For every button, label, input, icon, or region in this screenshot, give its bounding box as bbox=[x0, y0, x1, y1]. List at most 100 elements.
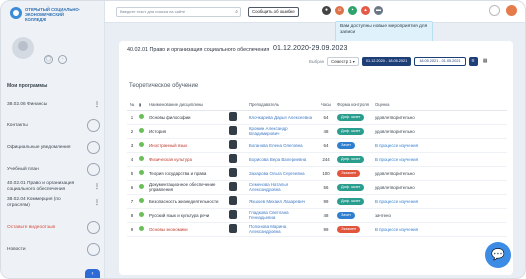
discipline-name[interactable]: История bbox=[147, 124, 227, 139]
discipline-name[interactable]: Физическая культура bbox=[147, 152, 227, 167]
sidebar-item-finance[interactable]: 38.02.06 Финансы ⋮ bbox=[7, 101, 100, 108]
grade-value: зачтено bbox=[373, 208, 507, 223]
profile-icon[interactable] bbox=[506, 5, 517, 16]
user-icon[interactable]: ◯ bbox=[44, 55, 53, 64]
control-form-badge: Диф. зачет bbox=[337, 127, 365, 135]
teacher-photo bbox=[227, 138, 247, 153]
sidebar-item-notifications[interactable]: Официальные уведомления bbox=[7, 141, 100, 154]
more-menu-icon[interactable]: ⋮ bbox=[94, 101, 100, 108]
table-row[interactable]: 2 История Кромин Александр Владимирович 48 Д… bbox=[127, 124, 507, 139]
col-teacher: Преподаватель bbox=[247, 99, 317, 111]
teacher-name[interactable]: Попонова Марина Александровна bbox=[247, 222, 317, 237]
teacher-photo bbox=[227, 194, 247, 209]
col-hours: Часы bbox=[317, 99, 335, 111]
row-number: 1 bbox=[127, 110, 137, 125]
grade-value: удовлетворительно bbox=[373, 166, 507, 181]
teacher-photo bbox=[227, 222, 247, 237]
more-menu-icon[interactable]: ⋮ bbox=[94, 199, 100, 206]
sidebar-item-law[interactable]: 40.02.01 Право и организация социального… bbox=[7, 181, 100, 192]
table-row[interactable]: 5 Теория государства и права Захарова Ольг… bbox=[127, 166, 507, 181]
avatar[interactable] bbox=[12, 37, 34, 59]
discipline-name[interactable]: Основы экономики bbox=[147, 222, 227, 237]
period-active-button[interactable]: 01.12.2020 - 18.05.2021 bbox=[361, 57, 412, 66]
col-form: Форма контроля bbox=[335, 99, 373, 111]
chat-button[interactable]: 💬 bbox=[485, 242, 511, 268]
grid-view-icon[interactable]: ▦ bbox=[481, 57, 490, 66]
discipline-name[interactable]: Теория государства и права bbox=[147, 166, 227, 181]
list-view-icon[interactable]: ≡ bbox=[468, 57, 478, 66]
status-dot-icon bbox=[137, 138, 147, 153]
discipline-name[interactable]: Основы философии bbox=[147, 110, 227, 125]
sidebar-item-label: Новости bbox=[7, 247, 26, 252]
chevron-left-icon: ‹ bbox=[91, 271, 94, 277]
sidebar-item-news[interactable]: Новости bbox=[7, 243, 100, 256]
grade-value: удовлетворительно bbox=[373, 110, 507, 125]
program-title: 40.02.01 Право и организация социального… bbox=[127, 47, 270, 53]
status-dot-icon bbox=[137, 152, 147, 167]
period-next-button[interactable]: 18.05.2021 - 01.05.2021 bbox=[414, 57, 466, 66]
semester-select[interactable]: Семестр 1 ▾ bbox=[327, 57, 359, 66]
more-menu-icon[interactable]: ⋮ bbox=[94, 183, 100, 190]
sidebar-item-label: 38.02.06 Финансы bbox=[7, 102, 48, 107]
table-row[interactable]: 9 Основы экономики Попонова Марина Алексан… bbox=[127, 222, 507, 237]
teacher-name[interactable]: Захарова Ольга Сергеевна bbox=[247, 166, 317, 181]
message-icon[interactable]: ▬ bbox=[374, 6, 383, 15]
sidebar-item-commerce[interactable]: 38.02.04 Коммерция (по отраслям) ⋮ bbox=[7, 197, 100, 208]
teacher-name[interactable]: Боганова Елена Олеговна bbox=[247, 138, 317, 153]
discipline-name[interactable]: Документационное обеспечение управления bbox=[147, 180, 227, 195]
events-notice-tooltip[interactable]: Вам доступны новые мероприятия для запис… bbox=[335, 21, 433, 43]
search-input[interactable]: Введите текст для поиска на сайте ⌕ bbox=[116, 7, 241, 17]
status-dot-icon bbox=[137, 180, 147, 195]
period-controls: Выбран Семестр 1 ▾ 01.12.2020 - 18.05.20… bbox=[309, 57, 490, 66]
row-number: 9 bbox=[127, 222, 137, 237]
bell-icon[interactable]: ▴ bbox=[361, 6, 370, 15]
settings-icon[interactable]: ◦ bbox=[58, 55, 67, 64]
teacher-name[interactable]: Семенова Наталья Александровна bbox=[247, 180, 317, 195]
collapse-sidebar-button[interactable]: ‹ bbox=[85, 269, 100, 278]
sidebar-item-video-review[interactable]: Оставьте видеоотзыв bbox=[7, 221, 100, 234]
row-number: 6 bbox=[127, 180, 137, 195]
table-row[interactable]: 3 Иностранный язык Боганова Елена Олеговна… bbox=[127, 138, 507, 153]
sidebar-item-contacts[interactable]: Контакты bbox=[7, 119, 100, 132]
college-logo[interactable]: ОТКРЫТЫЙ СОЦИАЛЬНО-ЭКОНОМИЧЕСКИЙ КОЛЛЕДЖ bbox=[10, 7, 83, 22]
teacher-name[interactable]: Борисова Вера Валериевна bbox=[247, 152, 317, 167]
search-icon[interactable]: ⌕ bbox=[235, 9, 238, 16]
smile-icon[interactable]: ☺ bbox=[335, 6, 344, 15]
row-number: 8 bbox=[127, 208, 137, 223]
report-error-button[interactable]: Сообщить об ошибке bbox=[248, 7, 299, 17]
calendar-icon[interactable]: ▪ bbox=[348, 6, 357, 15]
control-form: Экзамен bbox=[335, 222, 373, 237]
teacher-name[interactable]: Гладкова Светлана Геннадьевна bbox=[247, 208, 317, 223]
teacher-name[interactable]: Клочкарева Дарья Алексеевна bbox=[247, 110, 317, 125]
discipline-name[interactable]: Безопасность жизнедеятельности bbox=[147, 194, 227, 209]
table-row[interactable]: 1 Основы философии Клочкарева Дарья Алексе… bbox=[127, 110, 507, 125]
table-row[interactable]: 7 Безопасность жизнедеятельности Яхшоев Ми… bbox=[127, 194, 507, 209]
eye-icon[interactable]: ● bbox=[322, 6, 331, 15]
control-form-badge: Диф. зачет bbox=[337, 183, 365, 191]
teacher-photo bbox=[227, 180, 247, 195]
sidebar-item-label: Контакты bbox=[7, 123, 28, 128]
section-title: Теоретическое обучение bbox=[129, 83, 199, 89]
table-row[interactable]: 6 Документационное обеспечение управления… bbox=[127, 180, 507, 195]
user-avatar-icon[interactable] bbox=[489, 5, 500, 16]
control-form: Диф. зачет bbox=[335, 194, 373, 209]
hours-value: 244 bbox=[317, 152, 335, 167]
control-form: Диф. зачет bbox=[335, 110, 373, 125]
row-number: 7 bbox=[127, 194, 137, 209]
table-row[interactable]: 8 Русский язык и культура речи Гладкова Св… bbox=[127, 208, 507, 223]
main-panel: 40.02.01 Право и организация социального… bbox=[119, 41, 513, 275]
teacher-photo bbox=[227, 152, 247, 167]
teacher-name[interactable]: Яхшоев Михаил Лазаревич bbox=[247, 194, 317, 209]
col-num: № bbox=[127, 99, 137, 111]
contacts-icon bbox=[87, 119, 100, 132]
col-discipline: Наименование дисциплины bbox=[147, 99, 227, 111]
discipline-name[interactable]: Русский язык и культура речи bbox=[147, 208, 227, 223]
teacher-name[interactable]: Кромин Александр Владимирович bbox=[247, 124, 317, 139]
table-row[interactable]: 4 Физическая культура Борисова Вера Валери… bbox=[127, 152, 507, 167]
control-form: Диф. зачет bbox=[335, 180, 373, 195]
user-controls bbox=[489, 5, 517, 16]
hours-value: 64 bbox=[317, 138, 335, 153]
select-label: Выбран bbox=[309, 59, 325, 64]
sidebar-item-curriculum[interactable]: Учебный план bbox=[7, 163, 100, 176]
discipline-name[interactable]: Иностранный язык bbox=[147, 138, 227, 153]
